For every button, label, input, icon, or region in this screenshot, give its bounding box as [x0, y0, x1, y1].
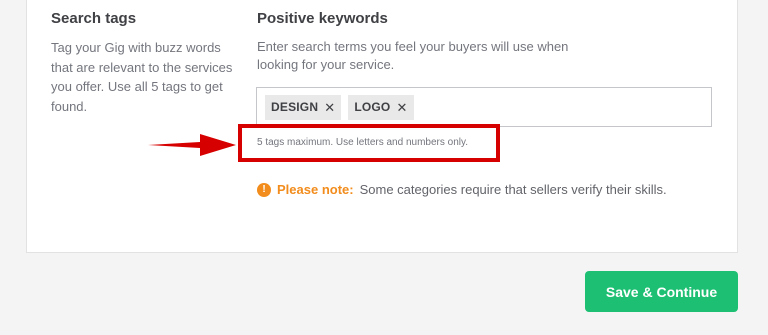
close-icon[interactable]: ✕ [324, 101, 335, 114]
positive-keywords-title: Positive keywords [257, 10, 388, 27]
annotation-arrow-icon [148, 134, 236, 156]
tags-hint: 5 tags maximum. Use letters and numbers … [257, 137, 469, 148]
tag-label: DESIGN [271, 100, 319, 114]
positive-keywords-description: Enter search terms you feel your buyers … [257, 39, 569, 72]
save-and-continue-button[interactable]: Save & Continue [585, 271, 738, 312]
tags-input[interactable]: DESIGN ✕ LOGO ✕ [256, 87, 712, 127]
tag-label: LOGO [354, 100, 391, 114]
note-label: Please note: [277, 182, 354, 197]
note: ! Please note: Some categories require t… [257, 182, 667, 197]
tag-chip: DESIGN ✕ [265, 94, 342, 120]
search-tags-title: Search tags [51, 10, 137, 27]
info-icon: ! [257, 182, 271, 197]
close-icon[interactable]: ✕ [396, 101, 407, 114]
tag-chip: LOGO ✕ [348, 94, 414, 120]
search-tags-description: Tag your Gig with buzz words that are re… [51, 40, 233, 114]
note-text: Some categories require that sellers ver… [359, 182, 667, 197]
